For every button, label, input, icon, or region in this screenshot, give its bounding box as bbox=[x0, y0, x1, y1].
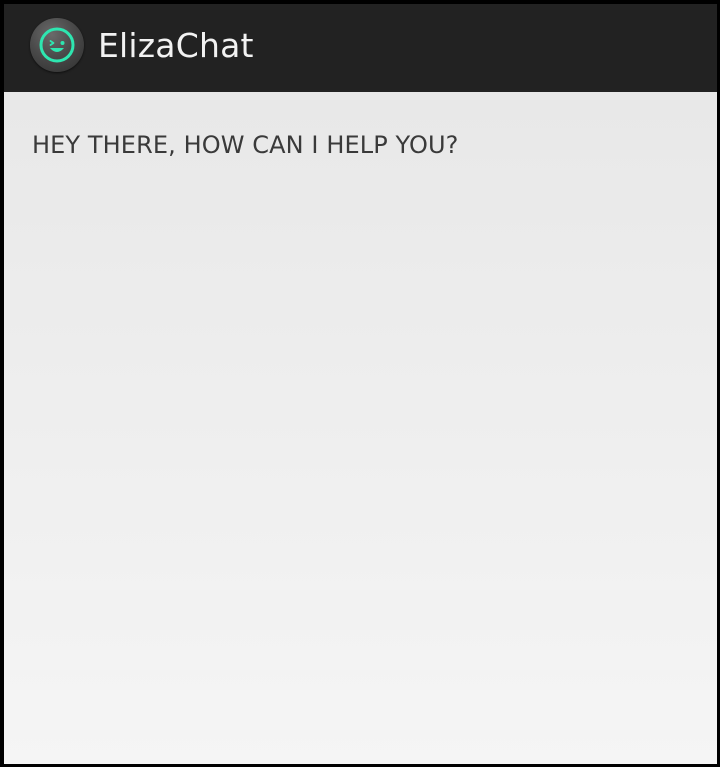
app-title: ElizaChat bbox=[98, 26, 254, 65]
chat-area: HEY THERE, HOW CAN I HELP YOU? bbox=[4, 92, 717, 764]
smiley-wink-icon[interactable] bbox=[30, 18, 84, 72]
app-window: ElizaChat HEY THERE, HOW CAN I HELP YOU? bbox=[0, 0, 720, 767]
smiley-wink-icon-graphic bbox=[39, 27, 75, 63]
bot-greeting-message: HEY THERE, HOW CAN I HELP YOU? bbox=[32, 131, 459, 159]
action-bar: ElizaChat bbox=[4, 4, 717, 92]
